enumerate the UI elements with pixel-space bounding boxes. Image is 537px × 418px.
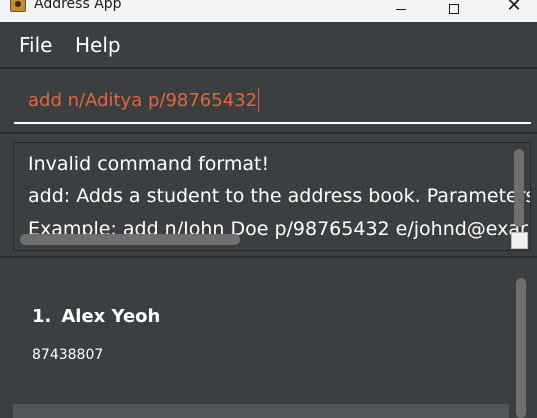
command-box-panel: add n/Aditya p/98765432 [0,69,537,132]
close-icon: ✕ [506,0,522,16]
person-list-panel: 1. Alex Yeoh 87438807 [0,258,537,418]
result-horizontal-scrollbar[interactable] [20,234,240,245]
result-display-panel: Invalid command format! add: Adds a stud… [0,134,537,256]
list-vertical-scrollbar[interactable] [516,278,526,418]
maximize-button[interactable] [431,0,477,20]
text-caret [258,88,260,112]
command-input[interactable]: add n/Aditya p/98765432 [14,78,531,124]
menu-help[interactable]: Help [75,33,121,57]
window-title: Address App [34,0,122,12]
result-display[interactable]: Invalid command format! add: Adds a stud… [13,142,531,251]
result-line: add: Adds a student to the address book.… [28,185,531,207]
menu-bar: File Help [0,22,537,67]
maximize-icon [449,4,459,14]
menu-file[interactable]: File [19,33,52,57]
command-text: add n/Aditya p/98765432 [28,89,258,111]
person-list[interactable]: 1. Alex Yeoh 87438807 [13,272,509,418]
close-button[interactable]: ✕ [491,0,537,20]
person-index: 1. [32,306,52,327]
person-card[interactable]: 1. Alex Yeoh 87438807 [13,272,509,404]
person-card-next[interactable] [13,404,509,418]
person-name-text: Alex Yeoh [61,306,161,327]
result-line: Invalid command format! [28,153,270,175]
scroll-corner [511,232,528,249]
person-name: 1. Alex Yeoh [32,306,160,327]
minimize-icon [396,8,406,10]
result-vertical-scrollbar[interactable] [514,149,524,227]
title-bar: Address App ✕ [0,0,537,22]
person-phone: 87438807 [32,347,104,363]
app-icon [10,0,26,12]
minimize-button[interactable] [378,0,424,20]
